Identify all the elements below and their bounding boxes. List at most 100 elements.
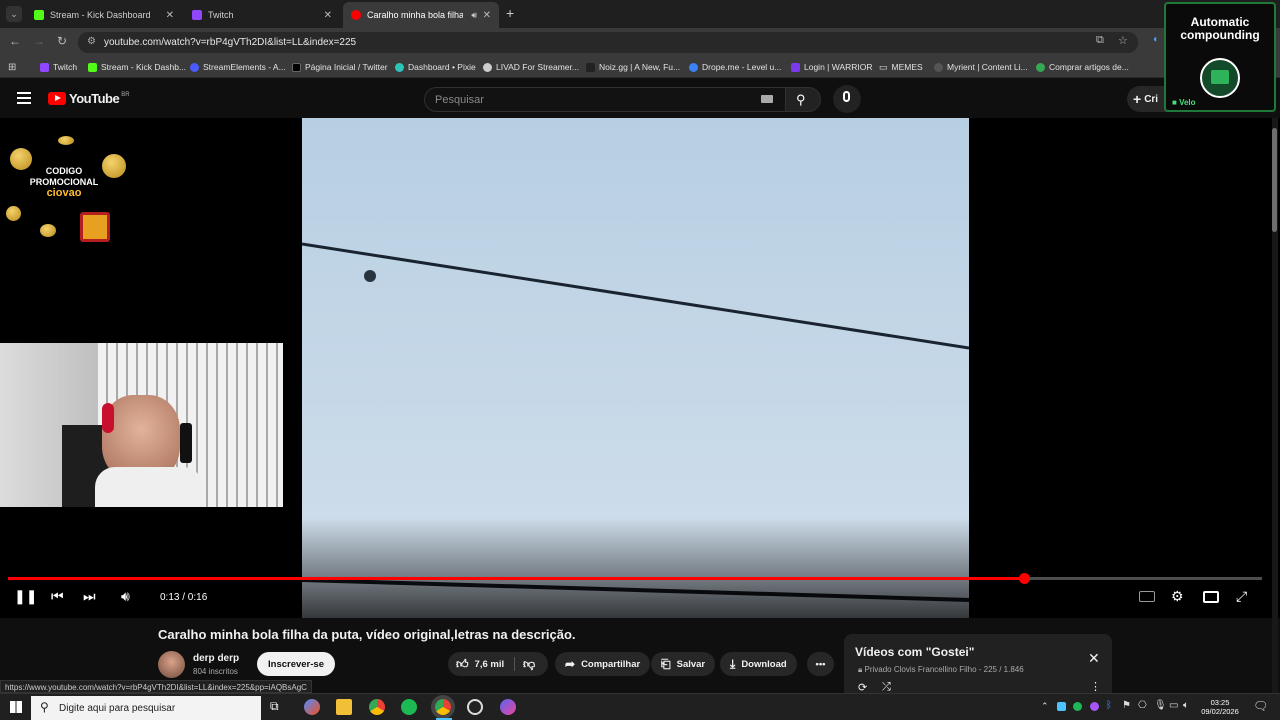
keyboard-icon[interactable] [761, 95, 773, 103]
pause-icon[interactable]: ❚❚ [14, 588, 37, 605]
bookmark-noiz[interactable]: Noiz.gg | A New, Fu... [586, 60, 680, 74]
twitch-icon [192, 10, 202, 20]
share-button[interactable]: ➦ Compartilhar [555, 652, 651, 676]
obs-icon[interactable] [467, 699, 483, 715]
network-icon[interactable]: ⚑ [1122, 700, 1131, 711]
close-icon[interactable]: ✕ [1088, 650, 1100, 667]
subtitles-icon[interactable] [1139, 591, 1155, 602]
download-icon: ⤓ [730, 656, 736, 671]
tab-search-button[interactable]: ⌄ [6, 6, 22, 22]
task-view-icon[interactable]: ⧉ [270, 699, 279, 714]
taskbar-search-input[interactable]: ⚲ Digite aqui para pesquisar [31, 696, 261, 720]
tray-app-icon[interactable] [1057, 702, 1066, 711]
notifications-icon[interactable]: 🗨︎ [1253, 699, 1268, 713]
tray-app-icon[interactable] [1073, 702, 1082, 711]
search-button[interactable]: ⚲ [785, 87, 821, 112]
page-scrollbar[interactable] [1272, 118, 1278, 693]
windows-start-icon[interactable] [10, 701, 22, 713]
promo-code: ciovao [46, 187, 82, 199]
file-explorer-icon[interactable] [336, 699, 352, 715]
playlist-owner-progress: Clovis Francellino Filho - 225 / 1.846 [893, 665, 1024, 674]
video-player[interactable]: ❚❚ ⏮︎ ⏭︎ 🔊︎ 0:13 / 0:16 ⚙ ⤢ [0, 118, 1280, 618]
bookmark-pixie[interactable]: Dashboard • Pixie [395, 60, 476, 74]
download-button[interactable]: ⤓ Download [720, 652, 797, 676]
menu-icon[interactable] [17, 92, 31, 104]
bookmark-folder-memes[interactable]: ▭ MEMES [879, 60, 923, 74]
bookmark-livad[interactable]: LIVAD For Streamer... [483, 60, 579, 74]
bookmark-star-icon[interactable]: ☆ [1118, 34, 1128, 47]
search-input[interactable]: Pesquisar [424, 87, 786, 112]
more-vertical-icon[interactable]: ⋮ [1090, 680, 1101, 693]
chrome-icon[interactable] [369, 699, 385, 715]
progress-scrubber[interactable] [1018, 573, 1030, 584]
chrome-active-icon[interactable] [435, 699, 451, 715]
next-icon[interactable]: ⏭︎ [83, 588, 96, 605]
app-icon[interactable] [500, 699, 516, 715]
copilot-icon[interactable] [304, 699, 320, 715]
create-label: Cri [1144, 93, 1159, 105]
system-clock[interactable]: 03:25 09/02/2026 [1196, 698, 1244, 716]
close-tab-icon[interactable]: ✕ [483, 10, 491, 21]
theater-mode-icon[interactable] [1203, 591, 1219, 603]
create-button[interactable]: + Cri [1127, 86, 1167, 112]
address-bar[interactable]: ⚙ youtube.com/watch?v=rbP4gVTh2DI&list=L… [78, 32, 1138, 53]
tray-app-icon[interactable]: ⎔ [1138, 700, 1147, 711]
new-tab-button[interactable]: + [506, 5, 514, 21]
compound-title: Automatic compounding [1180, 15, 1260, 42]
streamelements-icon [190, 62, 199, 72]
bookmark-drope[interactable]: Drope.me - Level u... [689, 60, 781, 74]
like-count[interactable]: 7,6 mil [475, 659, 505, 670]
tab-kick-dashboard[interactable]: Stream - Kick Dashboard ✕ [26, 2, 182, 28]
thumbs-up-icon[interactable]: 👍︎ [456, 657, 469, 672]
channel-name[interactable]: derp derp [193, 653, 239, 664]
tray-overflow-icon[interactable]: ⌃ [1041, 701, 1049, 712]
site-info-icon[interactable]: ⚙ [87, 36, 96, 47]
volume-icon[interactable]: 🔊︎ [121, 588, 130, 605]
display-icon[interactable]: ▭ [1169, 700, 1178, 711]
tab-youtube-video[interactable]: Caralho minha bola filha da 🔊︎ ✕ [343, 2, 499, 28]
progress-bar[interactable] [8, 573, 1262, 584]
voice-search-button[interactable] [833, 85, 861, 113]
bookmark-streamelements[interactable]: StreamElements - A... [190, 60, 286, 74]
audio-playing-icon[interactable]: 🔊︎ [471, 10, 477, 21]
microphone-tray-icon[interactable]: 🎙︎ [1154, 700, 1167, 711]
close-tab-icon[interactable]: ✕ [166, 10, 174, 21]
fullscreen-icon[interactable]: ⤢ [1236, 588, 1247, 605]
close-tab-icon[interactable]: ✕ [324, 10, 332, 21]
bookmark-twitter[interactable]: Página Inicial / Twitter [292, 60, 388, 74]
reload-icon[interactable]: ↻ [57, 34, 67, 48]
thumbs-down-icon[interactable]: 👎︎ [523, 657, 535, 672]
volume-tray-icon[interactable]: 🔈︎ [1183, 700, 1189, 711]
settings-gear-icon[interactable]: ⚙ [1171, 588, 1184, 605]
subscribe-button[interactable]: Inscrever-se [257, 652, 335, 676]
previous-icon[interactable]: ⏮︎ [51, 588, 64, 605]
more-actions-button[interactable]: ••• [807, 652, 834, 676]
playlist-title[interactable]: Vídeos com "Gostei" [855, 645, 974, 659]
forward-arrow-icon[interactable]: → [33, 34, 45, 48]
tray-app-icon[interactable] [1090, 702, 1099, 711]
bluetooth-icon[interactable]: ᛒ [1106, 700, 1112, 711]
apps-grid-icon[interactable]: ⊞ [8, 60, 16, 74]
microphone-icon [843, 91, 850, 102]
save-button[interactable]: ⎗ Salvar [651, 652, 716, 676]
clock-date: 09/02/2026 [1201, 707, 1239, 716]
bookmark-comprar[interactable]: Comprar artigos de... [1036, 60, 1129, 74]
tab-twitch[interactable]: Twitch ✕ [184, 2, 340, 28]
bookmark-label: MEMES [891, 62, 923, 72]
progress-played [8, 577, 1024, 580]
youtube-logo[interactable]: YouTube BR [48, 91, 130, 106]
bookmark-warrior[interactable]: Login | WARRIOR [791, 60, 873, 74]
install-app-icon[interactable]: ⧉ [1096, 34, 1104, 47]
address-url: youtube.com/watch?v=rbP4gVTh2DI&list=LL&… [104, 37, 357, 48]
bookmark-twitch[interactable]: Twitch [40, 60, 77, 74]
spotify-icon[interactable] [401, 699, 417, 715]
scrollbar-thumb[interactable] [1272, 128, 1277, 232]
channel-avatar[interactable] [158, 651, 185, 678]
back-arrow-icon[interactable]: ← [9, 34, 21, 48]
bookmark-label: Twitch [53, 62, 78, 72]
bookmark-kick-dashboard[interactable]: Stream - Kick Dashb... [88, 60, 186, 74]
bookmark-myrient[interactable]: Myrient | Content Li... [934, 60, 1028, 74]
velo-icon: ■ [1172, 98, 1180, 107]
extension-icon[interactable]: ◖ [1152, 34, 1158, 45]
power-line [302, 242, 969, 350]
